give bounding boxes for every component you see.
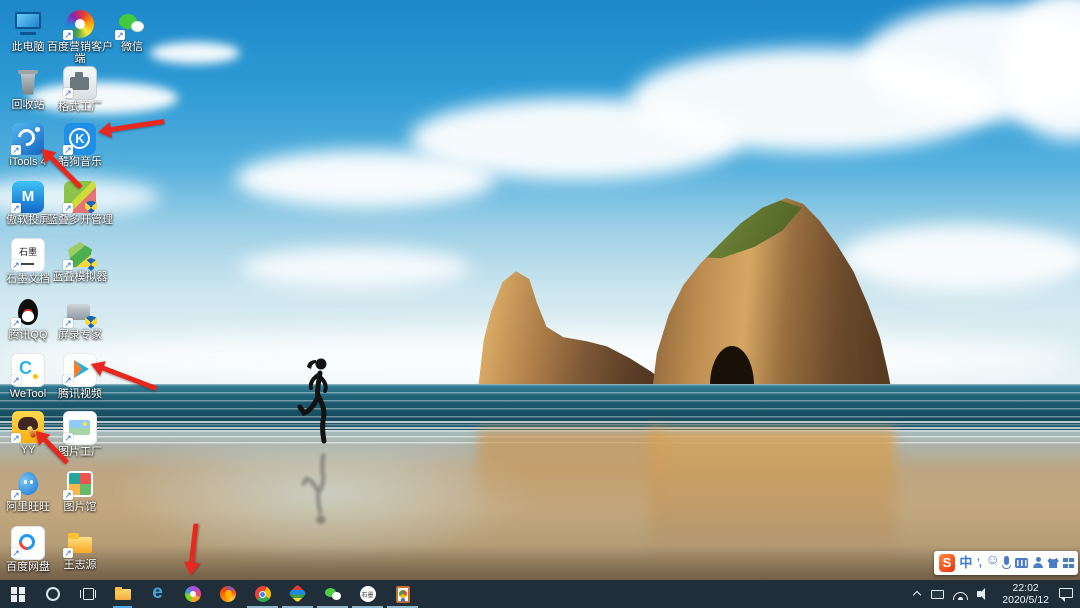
desktop-icon-tencent-qq[interactable]: 腾讯QQ — [2, 294, 54, 352]
desktop-icon-apowermirror[interactable]: 傲软投屏 — [2, 179, 54, 237]
app-icon — [12, 8, 44, 40]
taskbar-app-icon — [359, 585, 377, 603]
shortcut-arrow-icon — [63, 432, 73, 443]
wifi-icon[interactable] — [953, 589, 969, 600]
icon-label: 屏录专家 — [58, 328, 102, 341]
colorful-browser-button[interactable] — [175, 580, 210, 608]
desktop-icon-grid: 此电脑 回收站 iTools 4 傲软投屏 — [2, 6, 158, 581]
start-button[interactable] — [0, 580, 35, 608]
clock-date: 2020/5/12 — [1002, 594, 1049, 606]
action-center-icon[interactable] — [1059, 588, 1074, 602]
skin-icon[interactable] — [1047, 558, 1059, 568]
taskbar-app-buttons — [0, 580, 420, 608]
runner-silhouette — [297, 358, 328, 444]
icon-label: 图片馆 — [63, 501, 97, 513]
windows-desktop: 此电脑 回收站 iTools 4 傲软投屏 — [0, 0, 1080, 608]
shortcut-arrow-icon — [11, 547, 21, 558]
show-hidden-icons-chevron-icon[interactable] — [913, 589, 923, 599]
desktop-icon-picture-gallery[interactable]: 图片馆 — [54, 466, 106, 524]
shortcut-arrow-icon — [63, 547, 73, 558]
shortcut-arrow-icon — [63, 87, 73, 98]
shimo-taskbar-button[interactable] — [350, 580, 385, 608]
chrome-button[interactable] — [245, 580, 280, 608]
sogou-ime-toolbar: 中 ’, — [934, 551, 1078, 575]
taskbar: 22:02 2020/5/12 — [0, 580, 1080, 608]
desktop-icon-shimo-docs[interactable]: 石墨文档 — [2, 236, 54, 294]
shortcut-arrow-icon — [11, 317, 21, 328]
shortcut-arrow-icon — [11, 145, 21, 155]
clock[interactable]: 22:02 2020/5/12 — [1000, 582, 1051, 606]
shortcut-arrow-icon — [11, 260, 21, 270]
icon-label: 王志源 — [63, 558, 97, 571]
taskbar-app-icon — [289, 585, 307, 603]
desktop-icon-screen-record-expert[interactable]: 屏录专家 — [54, 294, 106, 352]
shortcut-arrow-icon — [63, 260, 73, 270]
taskbar-app-icon — [184, 585, 202, 603]
desktop-icon-bluestacks-emulator[interactable]: 蓝叠模拟器 — [53, 236, 108, 294]
profile-icon[interactable] — [1032, 557, 1043, 569]
volume-icon[interactable] — [977, 588, 992, 600]
shortcut-arrow-icon — [63, 202, 73, 213]
icon-label: 蓝叠模拟器 — [52, 271, 108, 283]
icon-label: 微信 — [121, 41, 143, 53]
toolbox-icon[interactable] — [1063, 557, 1073, 569]
desktop-icon-baidu-netdisk[interactable]: 百度网盘 — [2, 524, 54, 582]
shortcut-arrow-icon — [11, 432, 21, 443]
shortcut-arrow-icon — [11, 490, 21, 500]
rock-left-reflection — [478, 430, 663, 515]
shortcut-arrow-icon — [11, 375, 21, 385]
taskbar-app-icon — [149, 582, 167, 604]
desktop-icon-aliwangwang[interactable]: 阿里旺旺 — [2, 466, 54, 524]
taskbar-app-icon — [254, 585, 272, 603]
cloud — [840, 225, 1080, 291]
icon-label: 格式工厂 — [58, 100, 102, 113]
voice-input-icon[interactable] — [1001, 556, 1012, 570]
taskbar-app-icon — [114, 585, 132, 603]
shortcut-arrow-icon — [63, 490, 73, 500]
shortcut-arrow-icon — [11, 202, 21, 213]
icon-label: 腾讯视频 — [58, 388, 102, 400]
device-tray-icon[interactable] — [931, 589, 945, 600]
desktop-icon-folder-wangzhiyuan[interactable]: 王志源 — [54, 524, 106, 582]
desktop-icon-wechat[interactable]: 微信 — [106, 6, 158, 64]
ime-chinese-mode-indicator[interactable]: 中 — [959, 551, 972, 575]
sogou-logo-icon[interactable] — [939, 554, 955, 572]
runner-reflection — [301, 453, 326, 525]
foreground-shadow — [0, 545, 1080, 580]
ime-punctuation-indicator[interactable]: ’, — [977, 551, 982, 575]
emoji-icon[interactable] — [985, 551, 1000, 570]
sea — [0, 384, 1080, 433]
desktop-icon-format-factory[interactable]: 格式工厂 — [54, 64, 106, 122]
soft-keyboard-icon[interactable] — [1014, 558, 1028, 568]
system-tray: 22:02 2020/5/12 — [913, 580, 1080, 608]
clipboard-app-button[interactable] — [385, 580, 420, 608]
taskbar-app-icon — [9, 585, 27, 603]
wechat-taskbar-button[interactable] — [315, 580, 350, 608]
taskbar-app-icon — [219, 585, 237, 603]
taskbar-app-icon — [79, 585, 97, 603]
cloud — [240, 248, 470, 288]
desktop-icon-baidu-marketing[interactable]: 百度营销客户端 — [47, 6, 113, 65]
app-icon — [12, 66, 44, 98]
clock-time: 22:02 — [1012, 582, 1039, 594]
edge-button[interactable] — [140, 580, 175, 608]
firefox-button[interactable] — [210, 580, 245, 608]
shortcut-arrow-icon — [63, 145, 73, 155]
cortana-button[interactable] — [35, 580, 70, 608]
shortcut-arrow-icon — [63, 30, 73, 40]
taskbar-app-icon — [44, 585, 62, 603]
taskbar-app-icon — [324, 585, 342, 603]
task-view-button[interactable] — [70, 580, 105, 608]
icon-label: 蓝叠多开管理 — [47, 213, 113, 226]
file-explorer-button[interactable] — [105, 580, 140, 608]
shortcut-arrow-icon — [115, 30, 125, 40]
taskbar-app-icon — [394, 585, 412, 603]
shortcut-arrow-icon — [63, 317, 73, 328]
bluestacks-button[interactable] — [280, 580, 315, 608]
shortcut-arrow-icon — [63, 375, 73, 385]
